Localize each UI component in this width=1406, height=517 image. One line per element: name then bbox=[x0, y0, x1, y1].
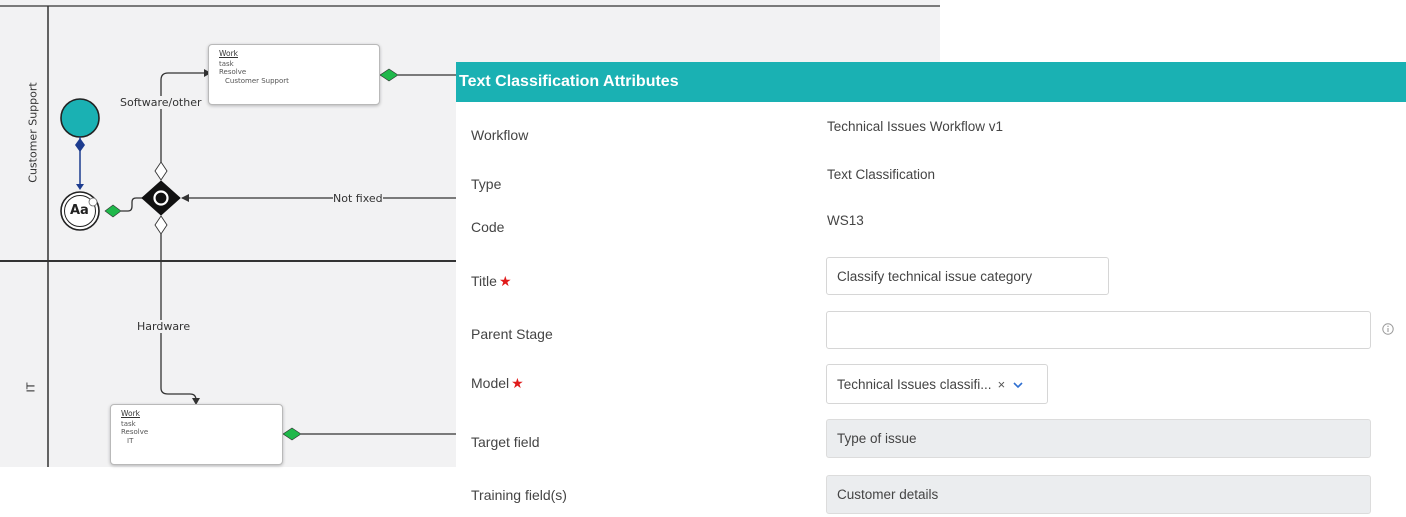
gateway-out-diamond-top bbox=[154, 161, 168, 181]
code-value: WS13 bbox=[827, 213, 864, 228]
task-title: Work bbox=[219, 49, 238, 58]
classifier-badge-icon bbox=[88, 197, 98, 207]
flow-label-hardware: Hardware bbox=[137, 320, 191, 333]
title-input[interactable] bbox=[837, 268, 1098, 284]
code-label: Code bbox=[471, 219, 505, 235]
arrowhead bbox=[76, 184, 84, 190]
parent-stage-field[interactable] bbox=[826, 311, 1371, 349]
task-resolve-customer-support[interactable]: Work task Resolve Customer Support bbox=[208, 44, 380, 105]
green-connector-diamond bbox=[282, 427, 302, 441]
lane-label-it: IT bbox=[24, 382, 38, 393]
panel-title: Text Classification Attributes bbox=[459, 73, 679, 90]
workflow-label: Workflow bbox=[471, 127, 529, 143]
title-field[interactable] bbox=[826, 257, 1109, 295]
title-label: Title ★ bbox=[471, 273, 512, 290]
attributes-panel: Text Classification Attributes Workflow … bbox=[456, 62, 1406, 517]
type-label: Type bbox=[471, 176, 502, 192]
green-connector-diamond bbox=[379, 68, 399, 82]
workflow-value: Technical Issues Workflow v1 bbox=[827, 119, 1004, 134]
arrowhead bbox=[181, 194, 189, 202]
parent-stage-label: Parent Stage bbox=[471, 326, 553, 342]
training-fields-value: Customer details bbox=[837, 487, 939, 502]
task-resolve-it[interactable]: Work task Resolve IT bbox=[110, 404, 283, 465]
training-fields-box: Customer details bbox=[826, 475, 1371, 514]
task-line: Resolve bbox=[219, 68, 247, 76]
required-star-icon: ★ bbox=[498, 273, 512, 289]
target-field-value: Type of issue bbox=[837, 431, 917, 446]
clear-selection-icon[interactable]: × bbox=[998, 377, 1006, 392]
gateway[interactable] bbox=[141, 180, 181, 216]
start-connector-diamond bbox=[75, 138, 85, 152]
task-title: Work bbox=[121, 409, 140, 418]
model-select-value: Technical Issues classifi... bbox=[837, 376, 992, 392]
task-lane: IT bbox=[127, 436, 134, 445]
parent-stage-input[interactable] bbox=[837, 322, 1360, 338]
flow-label-not-fixed: Not fixed bbox=[333, 192, 383, 205]
flow-hardware bbox=[160, 234, 197, 401]
model-label: Model ★ bbox=[471, 375, 524, 392]
model-select[interactable]: Technical Issues classifi... × bbox=[826, 364, 1048, 404]
lane-label-customer-support: Customer Support bbox=[26, 82, 40, 183]
flow-software bbox=[160, 72, 205, 162]
start-event[interactable] bbox=[60, 98, 100, 138]
green-connector-diamond bbox=[104, 204, 122, 218]
model-label-text: Model bbox=[471, 375, 510, 391]
required-star-icon: ★ bbox=[511, 375, 524, 391]
classifier-node-label: Aa bbox=[70, 203, 89, 218]
type-value: Text Classification bbox=[827, 167, 936, 182]
flow-label-software: Software/other bbox=[120, 96, 202, 109]
target-field-label: Target field bbox=[471, 434, 540, 450]
chevron-down-icon[interactable] bbox=[1013, 377, 1023, 392]
task-line: task bbox=[121, 419, 136, 428]
gateway-out-diamond-bottom bbox=[154, 215, 168, 235]
task-line: Resolve bbox=[121, 428, 149, 436]
info-icon[interactable] bbox=[1382, 323, 1394, 335]
title-label-text: Title bbox=[471, 273, 497, 289]
panel-header: Text Classification Attributes bbox=[456, 62, 1406, 102]
flow-to-gateway bbox=[121, 197, 145, 212]
target-field-box: Type of issue bbox=[826, 419, 1371, 458]
task-lane: Customer Support bbox=[225, 76, 289, 85]
training-fields-label: Training field(s) bbox=[471, 487, 567, 503]
task-line: task bbox=[219, 59, 234, 68]
